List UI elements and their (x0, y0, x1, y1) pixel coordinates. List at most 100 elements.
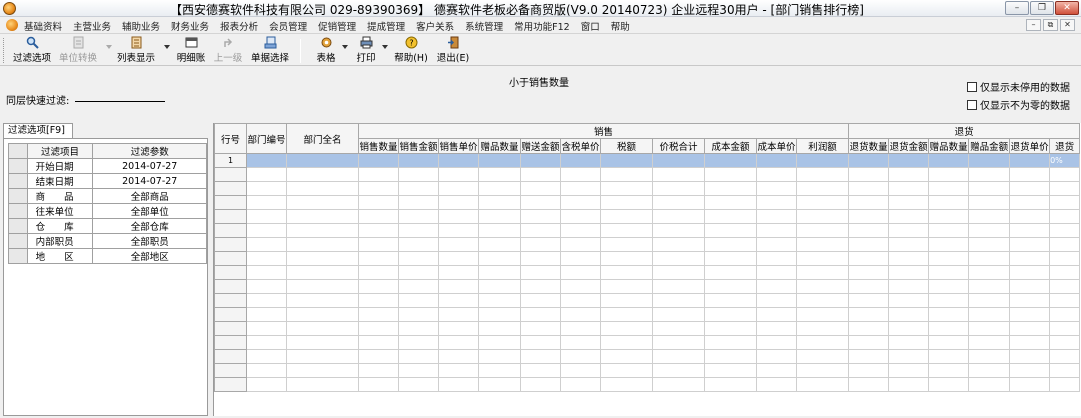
grid-cell[interactable] (756, 335, 797, 350)
grid-cell[interactable] (286, 349, 359, 364)
grid-cell[interactable] (560, 335, 601, 350)
filter-row[interactable]: 商 品全部商品 (8, 188, 207, 204)
row-number[interactable] (214, 293, 247, 308)
doc-select-button[interactable]: 单据选择 (249, 36, 291, 65)
menu-item[interactable]: 提成管理 (367, 19, 405, 33)
grid-cell[interactable] (848, 251, 890, 266)
grid-cell[interactable] (1009, 237, 1051, 252)
filter-row[interactable]: 结束日期 2014-07-27 (8, 173, 207, 189)
grid-cell[interactable] (888, 153, 930, 168)
grid-cell[interactable] (704, 181, 757, 196)
grid-cell[interactable] (848, 223, 890, 238)
mdi-restore-button[interactable]: ⧉ (1043, 19, 1058, 31)
grid-cell[interactable] (756, 209, 797, 224)
grid-cell[interactable] (652, 335, 705, 350)
grid-cell[interactable] (1049, 223, 1081, 238)
row-number[interactable] (214, 349, 247, 364)
grid-cell[interactable] (600, 349, 653, 364)
grid-cell[interactable] (1049, 237, 1081, 252)
menu-item[interactable]: 会员管理 (269, 19, 307, 33)
grid-cell[interactable] (478, 321, 521, 336)
grid-cell[interactable] (398, 209, 439, 224)
grid-cell[interactable] (652, 181, 705, 196)
grid-cell[interactable] (600, 237, 653, 252)
grid-cell[interactable] (1009, 349, 1051, 364)
grid-cell[interactable] (600, 293, 653, 308)
grid-cell[interactable] (1049, 251, 1081, 266)
grid-cell[interactable] (652, 251, 705, 266)
row-number[interactable] (214, 209, 247, 224)
grid-cell[interactable] (968, 377, 1011, 392)
grid-cell[interactable] (520, 349, 561, 364)
grid-cell[interactable] (286, 293, 359, 308)
grid-cell[interactable] (358, 307, 399, 322)
grid-cell[interactable] (398, 321, 439, 336)
table-row[interactable] (214, 195, 1081, 210)
filter-value[interactable]: 全部职员 (92, 233, 207, 249)
grid-cell[interactable] (1049, 307, 1081, 322)
col-sales[interactable]: 销售数量 (358, 138, 399, 154)
grid-cell[interactable] (1049, 181, 1081, 196)
grid-cell[interactable] (968, 349, 1011, 364)
grid-cell[interactable] (600, 377, 653, 392)
grid-cell[interactable] (560, 307, 601, 322)
grid-cell[interactable] (478, 377, 521, 392)
grid-cell[interactable] (928, 153, 970, 168)
grid-cell[interactable] (888, 195, 930, 210)
grid-cell[interactable] (928, 335, 970, 350)
grid-cell[interactable] (246, 279, 287, 294)
col-sales[interactable]: 价税合计 (652, 138, 705, 154)
grid-cell[interactable] (756, 293, 797, 308)
grid-cell[interactable] (888, 237, 930, 252)
grid-cell[interactable] (928, 307, 970, 322)
grid-cell[interactable] (246, 251, 287, 266)
grid-cell[interactable] (704, 349, 757, 364)
grid-cell[interactable] (652, 307, 705, 322)
grid-cell[interactable] (478, 237, 521, 252)
row-selector[interactable] (8, 233, 28, 249)
grid-cell[interactable] (398, 307, 439, 322)
grid-cell[interactable] (1009, 181, 1051, 196)
grid-cell[interactable] (888, 181, 930, 196)
grid-cell[interactable] (600, 321, 653, 336)
grid-cell[interactable] (246, 181, 287, 196)
filter-value[interactable]: 2014-07-27 (92, 158, 207, 174)
grid-cell[interactable] (478, 251, 521, 266)
grid-cell[interactable] (438, 307, 479, 322)
grid-cell[interactable] (928, 251, 970, 266)
grid-cell[interactable] (795, 223, 850, 238)
grid-cell[interactable] (600, 307, 653, 322)
grid-cell[interactable] (520, 279, 561, 294)
grid-cell[interactable] (795, 335, 850, 350)
grid-cell[interactable] (848, 321, 890, 336)
grid-cell[interactable] (478, 307, 521, 322)
app-icon[interactable] (3, 2, 16, 15)
row-number[interactable] (214, 307, 247, 322)
print-dropdown-arrow[interactable] (382, 45, 388, 49)
grid-cell[interactable] (704, 153, 757, 168)
grid-cell[interactable] (795, 195, 850, 210)
table-row[interactable] (214, 265, 1081, 280)
grid-cell[interactable] (928, 167, 970, 182)
grid-cell[interactable] (795, 167, 850, 182)
grid-cell[interactable] (928, 363, 970, 378)
row-number[interactable] (214, 167, 247, 182)
grid-cell[interactable] (246, 195, 287, 210)
show-nonzero-checkbox[interactable]: 仅显示不为零的数据 (967, 97, 1070, 112)
grid-cell[interactable] (848, 209, 890, 224)
table-row[interactable] (214, 223, 1081, 238)
grid-cell[interactable] (286, 251, 359, 266)
grid-cell[interactable] (398, 335, 439, 350)
grid-cell[interactable] (478, 223, 521, 238)
filter-options-button[interactable]: 过滤选项 (12, 36, 52, 65)
grid-cell[interactable] (438, 293, 479, 308)
col-returns[interactable]: 退货 (1049, 138, 1081, 154)
grid-cell[interactable] (848, 167, 890, 182)
grid-cell[interactable] (888, 363, 930, 378)
grid-cell[interactable] (286, 209, 359, 224)
grid-cell[interactable] (756, 307, 797, 322)
grid-cell[interactable] (560, 363, 601, 378)
grid-cell[interactable] (848, 335, 890, 350)
menu-item[interactable]: 窗口 (581, 19, 600, 33)
mdi-minimize-button[interactable]: – (1026, 19, 1041, 31)
